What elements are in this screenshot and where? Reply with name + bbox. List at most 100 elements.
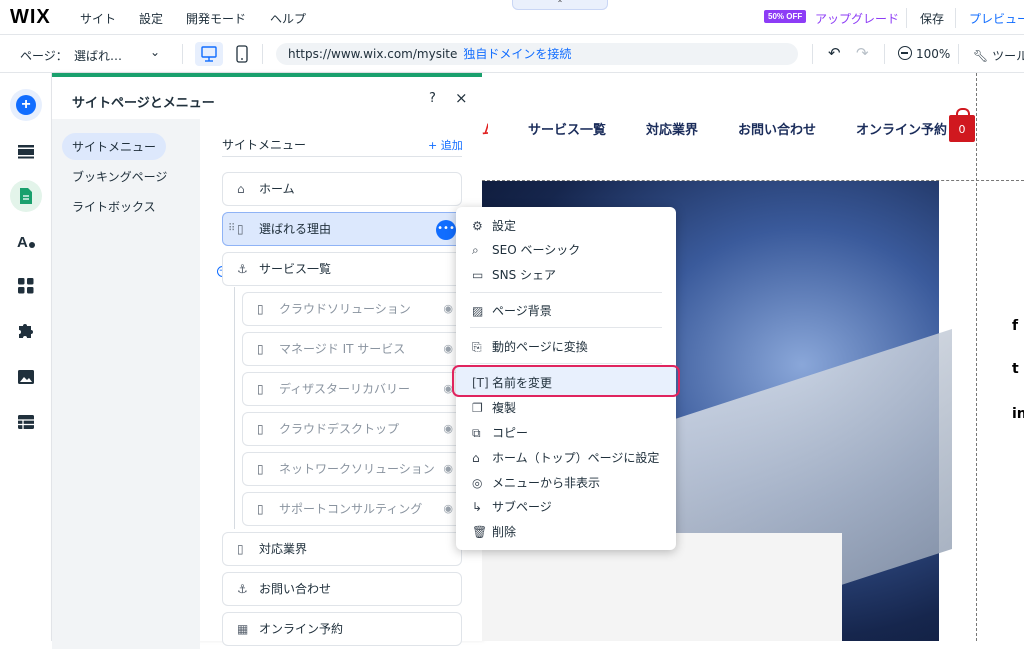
page-row-network-solutions[interactable]: ▯ ネットワークソリューション ◉ bbox=[242, 452, 462, 486]
add-page-button[interactable]: + 追加 bbox=[428, 137, 463, 153]
url-bar[interactable]: https://www.wix.com/mysite 独自ドメインを接続 bbox=[276, 43, 798, 65]
copy-icon: ⧉ bbox=[472, 426, 481, 440]
nav-item-contact[interactable]: お問い合わせ bbox=[738, 119, 816, 138]
cart-count: 0 bbox=[958, 123, 966, 136]
menu-item-label: 動的ページに変換 bbox=[492, 340, 588, 354]
tree-line bbox=[234, 287, 235, 529]
theme-icon: A bbox=[17, 234, 35, 250]
menu-item-page-background[interactable]: ▨ ページ背景 bbox=[472, 302, 552, 319]
page-row-why-us[interactable]: ▯ 選ばれる理由 bbox=[222, 212, 462, 246]
preview-button[interactable]: プレビュー bbox=[969, 10, 1024, 27]
nav-item-home-fragment[interactable]: ム bbox=[482, 119, 488, 138]
pages-menu-button[interactable] bbox=[10, 180, 42, 212]
menu-item-convert-dynamic[interactable]: ⎘ 動的ページに変換 bbox=[472, 338, 588, 355]
menu-item-label: SEO ベーシック bbox=[492, 243, 581, 257]
menu-item-label: 削除 bbox=[492, 525, 517, 539]
menu-item-label: SNS シェア bbox=[492, 268, 557, 282]
wix-logo[interactable]: WIX bbox=[10, 6, 51, 29]
page-row-support-consulting[interactable]: ▯ サポートコンサルティング ◉ bbox=[242, 492, 462, 526]
desktop-view-button[interactable] bbox=[195, 42, 223, 66]
menu-settings[interactable]: 設定 bbox=[139, 10, 163, 27]
cart-icon[interactable]: 0 bbox=[949, 108, 975, 142]
image-icon bbox=[18, 370, 34, 384]
chevron-down-icon[interactable]: ⌄ bbox=[150, 45, 160, 59]
media-button[interactable] bbox=[10, 361, 42, 393]
menu-site[interactable]: サイト bbox=[80, 10, 116, 27]
design-button[interactable]: A bbox=[10, 225, 42, 257]
duplicate-icon: ❐ bbox=[472, 401, 483, 415]
menu-item-label: ホーム（トップ）ページに設定 bbox=[492, 451, 660, 465]
gear-icon: ⚙︎ bbox=[472, 219, 483, 233]
menu-dev-mode[interactable]: 開発モード bbox=[186, 10, 246, 27]
apps-button[interactable] bbox=[10, 270, 42, 302]
business-apps-button[interactable] bbox=[10, 315, 42, 347]
page-row-services[interactable]: ⚓︎ サービス一覧 bbox=[222, 252, 462, 286]
sections-button[interactable] bbox=[10, 135, 42, 167]
page-row-cloud-desktop[interactable]: ▯ クラウドデスクトップ ◉ bbox=[242, 412, 462, 446]
sidebar-item-site-menu[interactable]: サイトメニュー bbox=[62, 133, 167, 160]
divider bbox=[222, 156, 462, 157]
chevron-up-icon: ⌃ bbox=[556, 0, 564, 8]
save-button[interactable]: 保存 bbox=[920, 10, 944, 27]
menu-item-social-share[interactable]: ▭ SNS シェア bbox=[472, 266, 556, 283]
collapse-topbar-button[interactable]: ⌃ bbox=[512, 0, 608, 10]
page-icon: ▯ bbox=[257, 342, 264, 356]
top-bar: WIX サイト 設定 開発モード ヘルプ ⌃ 50% OFF アップグレード 保… bbox=[0, 0, 1024, 35]
help-icon[interactable]: ? bbox=[429, 91, 436, 106]
menu-item-settings[interactable]: ⚙︎ 設定 bbox=[472, 217, 516, 234]
share-icon: ▭ bbox=[472, 268, 484, 282]
page-row-contact[interactable]: ⚓︎ お問い合わせ bbox=[222, 572, 462, 606]
menu-item-copy[interactable]: ⧉ コピー bbox=[472, 424, 528, 441]
sections-icon bbox=[18, 145, 34, 159]
nav-item-services[interactable]: サービス一覧 bbox=[528, 119, 606, 138]
tools-label: ツール bbox=[992, 49, 1024, 63]
page-select[interactable]: 選ばれ… bbox=[74, 47, 122, 64]
menu-item-label: サブページ bbox=[492, 500, 552, 514]
connect-domain-link[interactable]: 独自ドメインを接続 bbox=[463, 47, 571, 61]
nav-item-booking[interactable]: オンライン予約 bbox=[856, 119, 947, 138]
sidebar-item-lightbox[interactable]: ライトボックス bbox=[62, 193, 166, 220]
undo-icon[interactable]: ↶ bbox=[828, 44, 841, 62]
upgrade-button[interactable]: アップグレード bbox=[815, 10, 899, 27]
redo-icon[interactable]: ↷ bbox=[856, 44, 869, 62]
menu-item-seo[interactable]: ⌕ SEO ベーシック bbox=[472, 241, 580, 258]
anchor-icon: ⚓︎ bbox=[237, 582, 248, 596]
nav-item-industries[interactable]: 対応業界 bbox=[646, 119, 698, 138]
page-label: サポートコンサルティング bbox=[279, 502, 423, 516]
zoom-out-icon[interactable] bbox=[898, 46, 912, 60]
wrench-icon: 🔧︎ bbox=[973, 49, 989, 63]
close-icon[interactable]: × bbox=[455, 89, 468, 107]
add-elements-button[interactable]: + bbox=[10, 89, 42, 121]
menu-item-duplicate[interactable]: ❐ 複製 bbox=[472, 399, 516, 416]
page-row-home[interactable]: ⌂ ホーム bbox=[222, 172, 462, 206]
more-actions-button[interactable]: ••• bbox=[436, 220, 456, 240]
sidebar-item-booking-pages[interactable]: ブッキングページ bbox=[62, 163, 177, 190]
background-icon: ▨ bbox=[472, 304, 484, 318]
menu-item-subpage[interactable]: ↳ サブページ bbox=[472, 498, 552, 515]
zoom-level[interactable]: 100% bbox=[916, 47, 950, 61]
page-row-disaster-recovery[interactable]: ▯ ディザスターリカバリー ◉ bbox=[242, 372, 462, 406]
page-row-industries[interactable]: ▯ 対応業界 bbox=[222, 532, 462, 566]
page-row-cloud-solutions[interactable]: ▯ クラウドソリューション ◉ bbox=[242, 292, 462, 326]
cms-button[interactable] bbox=[10, 406, 42, 438]
menu-help[interactable]: ヘルプ bbox=[270, 10, 306, 27]
menu-item-label: 複製 bbox=[492, 401, 517, 415]
subpage-icon: ↳ bbox=[472, 500, 483, 514]
menu-item-delete[interactable]: 🗑︎ 削除 bbox=[472, 523, 516, 540]
menu-item-set-home[interactable]: ⌂ ホーム（トップ）ページに設定 bbox=[472, 449, 659, 466]
twitter-icon[interactable]: t bbox=[1012, 361, 1019, 377]
page-label: 対応業界 bbox=[259, 542, 308, 556]
page-row-managed-it[interactable]: ▯ マネージド IT サービス ◉ bbox=[242, 332, 462, 366]
facebook-icon[interactable]: f bbox=[1012, 318, 1018, 334]
tools-button[interactable]: 🔧︎ ツール bbox=[973, 47, 1024, 64]
hidden-eye-icon: ◉ bbox=[443, 302, 453, 315]
menu-item-hide-from-menu[interactable]: ◎ メニューから非表示 bbox=[472, 474, 600, 491]
linkedin-icon[interactable]: in bbox=[1012, 406, 1024, 422]
drag-handle-icon[interactable]: ⠿ bbox=[228, 223, 235, 234]
hidden-eye-icon: ◉ bbox=[443, 422, 453, 435]
mobile-view-button[interactable] bbox=[233, 42, 251, 66]
gridline-guide bbox=[976, 73, 977, 641]
home-icon: ⌂ bbox=[237, 182, 245, 196]
divider bbox=[470, 292, 662, 293]
more-icon: ••• bbox=[437, 223, 455, 234]
